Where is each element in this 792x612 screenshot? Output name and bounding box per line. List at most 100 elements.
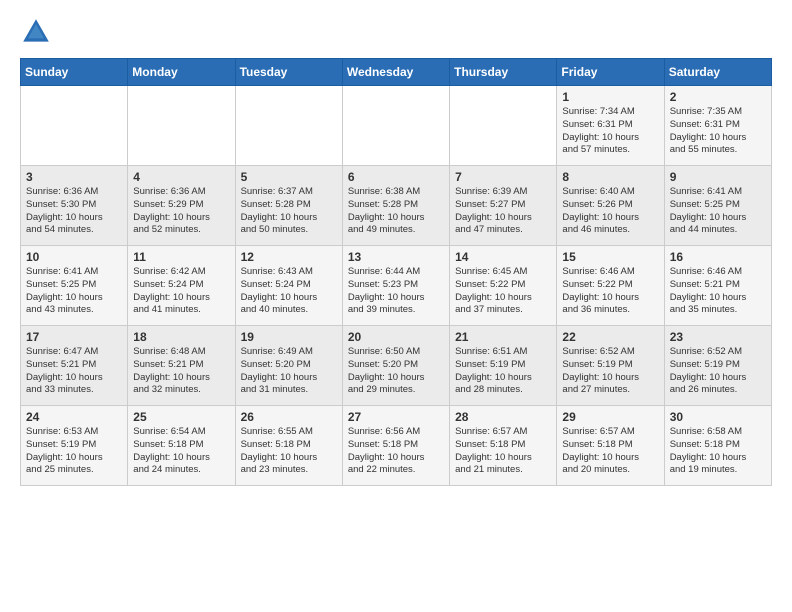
day-number: 14 — [455, 250, 551, 264]
day-info: Sunrise: 6:39 AM Sunset: 5:27 PM Dayligh… — [455, 186, 551, 237]
calendar-cell: 7 Sunrise: 6:39 AM Sunset: 5:27 PM Daylig… — [450, 166, 557, 246]
calendar-cell: 4 Sunrise: 6:36 AM Sunset: 5:29 PM Daylig… — [128, 166, 235, 246]
day-number: 4 — [133, 170, 229, 184]
day-info: Sunrise: 6:53 AM Sunset: 5:19 PM Dayligh… — [26, 426, 122, 477]
day-number: 30 — [670, 410, 766, 424]
day-number: 13 — [348, 250, 444, 264]
day-info: Sunrise: 6:58 AM Sunset: 5:18 PM Dayligh… — [670, 426, 766, 477]
day-number: 20 — [348, 330, 444, 344]
day-info: Sunrise: 6:54 AM Sunset: 5:18 PM Dayligh… — [133, 426, 229, 477]
calendar-cell: 20 Sunrise: 6:50 AM Sunset: 5:20 PM Dayli… — [342, 326, 449, 406]
calendar-cell: 25Sunrise: 6:54 AM Sunset: 5:18 PM Dayli… — [128, 406, 235, 486]
calendar-week-0: 1 Sunrise: 7:34 AM Sunset: 6:31 PM Daylig… — [21, 86, 772, 166]
day-number: 22 — [562, 330, 658, 344]
day-info: Sunrise: 6:55 AM Sunset: 5:18 PM Dayligh… — [241, 426, 337, 477]
calendar-cell: 12 Sunrise: 6:43 AM Sunset: 5:24 PM Dayli… — [235, 246, 342, 326]
day-info: Sunrise: 6:44 AM Sunset: 5:23 PM Dayligh… — [348, 266, 444, 317]
day-info: Sunrise: 6:52 AM Sunset: 5:19 PM Dayligh… — [562, 346, 658, 397]
day-info: Sunrise: 6:38 AM Sunset: 5:28 PM Dayligh… — [348, 186, 444, 237]
calendar-cell: 30 Sunrise: 6:58 AM Sunset: 5:18 PM Dayli… — [664, 406, 771, 486]
day-info: Sunrise: 6:57 AM Sunset: 5:18 PM Dayligh… — [562, 426, 658, 477]
day-info: Sunrise: 6:41 AM Sunset: 5:25 PM Dayligh… — [670, 186, 766, 237]
logo — [20, 16, 56, 48]
day-info: Sunrise: 6:56 AM Sunset: 5:18 PM Dayligh… — [348, 426, 444, 477]
calendar-cell: 26Sunrise: 6:55 AM Sunset: 5:18 PM Dayli… — [235, 406, 342, 486]
day-info: Sunrise: 6:52 AM Sunset: 5:19 PM Dayligh… — [670, 346, 766, 397]
calendar-cell — [342, 86, 449, 166]
calendar-header-tuesday: Tuesday — [235, 59, 342, 86]
calendar-cell: 23 Sunrise: 6:52 AM Sunset: 5:19 PM Dayli… — [664, 326, 771, 406]
day-info: Sunrise: 6:51 AM Sunset: 5:19 PM Dayligh… — [455, 346, 551, 397]
day-info: Sunrise: 6:42 AM Sunset: 5:24 PM Dayligh… — [133, 266, 229, 317]
logo-icon — [20, 16, 52, 48]
calendar-week-2: 10 Sunrise: 6:41 AM Sunset: 5:25 PM Dayli… — [21, 246, 772, 326]
calendar-week-3: 17Sunrise: 6:47 AM Sunset: 5:21 PM Dayli… — [21, 326, 772, 406]
calendar-cell — [128, 86, 235, 166]
day-info: Sunrise: 6:50 AM Sunset: 5:20 PM Dayligh… — [348, 346, 444, 397]
day-info: Sunrise: 6:46 AM Sunset: 5:21 PM Dayligh… — [670, 266, 766, 317]
day-info: Sunrise: 6:43 AM Sunset: 5:24 PM Dayligh… — [241, 266, 337, 317]
calendar-cell: 21 Sunrise: 6:51 AM Sunset: 5:19 PM Dayli… — [450, 326, 557, 406]
calendar-header-wednesday: Wednesday — [342, 59, 449, 86]
day-number: 7 — [455, 170, 551, 184]
calendar-cell: 1 Sunrise: 7:34 AM Sunset: 6:31 PM Daylig… — [557, 86, 664, 166]
day-number: 17 — [26, 330, 122, 344]
day-number: 12 — [241, 250, 337, 264]
calendar-week-4: 24 Sunrise: 6:53 AM Sunset: 5:19 PM Dayli… — [21, 406, 772, 486]
day-number: 23 — [670, 330, 766, 344]
day-info: Sunrise: 6:48 AM Sunset: 5:21 PM Dayligh… — [133, 346, 229, 397]
day-number: 1 — [562, 90, 658, 104]
day-number: 27 — [348, 410, 444, 424]
calendar-header-monday: Monday — [128, 59, 235, 86]
day-number: 9 — [670, 170, 766, 184]
calendar-cell: 28Sunrise: 6:57 AM Sunset: 5:18 PM Dayli… — [450, 406, 557, 486]
calendar-header-saturday: Saturday — [664, 59, 771, 86]
day-info: Sunrise: 6:46 AM Sunset: 5:22 PM Dayligh… — [562, 266, 658, 317]
calendar-cell: 14 Sunrise: 6:45 AM Sunset: 5:22 PM Dayli… — [450, 246, 557, 326]
header — [20, 16, 772, 48]
calendar-cell: 6 Sunrise: 6:38 AM Sunset: 5:28 PM Daylig… — [342, 166, 449, 246]
calendar-header-thursday: Thursday — [450, 59, 557, 86]
calendar-header-friday: Friday — [557, 59, 664, 86]
day-info: Sunrise: 7:34 AM Sunset: 6:31 PM Dayligh… — [562, 106, 658, 157]
calendar-cell: 13 Sunrise: 6:44 AM Sunset: 5:23 PM Dayli… — [342, 246, 449, 326]
calendar-cell: 3 Sunrise: 6:36 AM Sunset: 5:30 PM Daylig… — [21, 166, 128, 246]
calendar-cell: 24 Sunrise: 6:53 AM Sunset: 5:19 PM Dayli… — [21, 406, 128, 486]
day-number: 15 — [562, 250, 658, 264]
calendar-table: SundayMondayTuesdayWednesdayThursdayFrid… — [20, 58, 772, 486]
day-number: 5 — [241, 170, 337, 184]
day-number: 2 — [670, 90, 766, 104]
day-info: Sunrise: 6:45 AM Sunset: 5:22 PM Dayligh… — [455, 266, 551, 317]
day-number: 6 — [348, 170, 444, 184]
calendar-cell — [235, 86, 342, 166]
calendar-cell — [21, 86, 128, 166]
day-info: Sunrise: 6:37 AM Sunset: 5:28 PM Dayligh… — [241, 186, 337, 237]
calendar-cell: 18 Sunrise: 6:48 AM Sunset: 5:21 PM Dayli… — [128, 326, 235, 406]
calendar-header-row: SundayMondayTuesdayWednesdayThursdayFrid… — [21, 59, 772, 86]
page: SundayMondayTuesdayWednesdayThursdayFrid… — [0, 0, 792, 502]
calendar-cell: 10 Sunrise: 6:41 AM Sunset: 5:25 PM Dayli… — [21, 246, 128, 326]
day-number: 11 — [133, 250, 229, 264]
calendar-cell: 8Sunrise: 6:40 AM Sunset: 5:26 PM Daylig… — [557, 166, 664, 246]
day-number: 19 — [241, 330, 337, 344]
calendar-cell — [450, 86, 557, 166]
calendar-cell: 11 Sunrise: 6:42 AM Sunset: 5:24 PM Dayli… — [128, 246, 235, 326]
day-info: Sunrise: 6:49 AM Sunset: 5:20 PM Dayligh… — [241, 346, 337, 397]
calendar-cell: 19 Sunrise: 6:49 AM Sunset: 5:20 PM Dayli… — [235, 326, 342, 406]
calendar-cell: 15 Sunrise: 6:46 AM Sunset: 5:22 PM Dayli… — [557, 246, 664, 326]
calendar-cell: 29Sunrise: 6:57 AM Sunset: 5:18 PM Dayli… — [557, 406, 664, 486]
day-number: 24 — [26, 410, 122, 424]
calendar-header-sunday: Sunday — [21, 59, 128, 86]
calendar-cell: 16Sunrise: 6:46 AM Sunset: 5:21 PM Dayli… — [664, 246, 771, 326]
day-number: 18 — [133, 330, 229, 344]
day-number: 8 — [562, 170, 658, 184]
day-info: Sunrise: 6:41 AM Sunset: 5:25 PM Dayligh… — [26, 266, 122, 317]
day-info: Sunrise: 7:35 AM Sunset: 6:31 PM Dayligh… — [670, 106, 766, 157]
calendar-cell: 5 Sunrise: 6:37 AM Sunset: 5:28 PM Daylig… — [235, 166, 342, 246]
day-number: 3 — [26, 170, 122, 184]
day-number: 10 — [26, 250, 122, 264]
day-info: Sunrise: 6:36 AM Sunset: 5:30 PM Dayligh… — [26, 186, 122, 237]
day-number: 21 — [455, 330, 551, 344]
calendar-cell: 22 Sunrise: 6:52 AM Sunset: 5:19 PM Dayli… — [557, 326, 664, 406]
day-info: Sunrise: 6:36 AM Sunset: 5:29 PM Dayligh… — [133, 186, 229, 237]
